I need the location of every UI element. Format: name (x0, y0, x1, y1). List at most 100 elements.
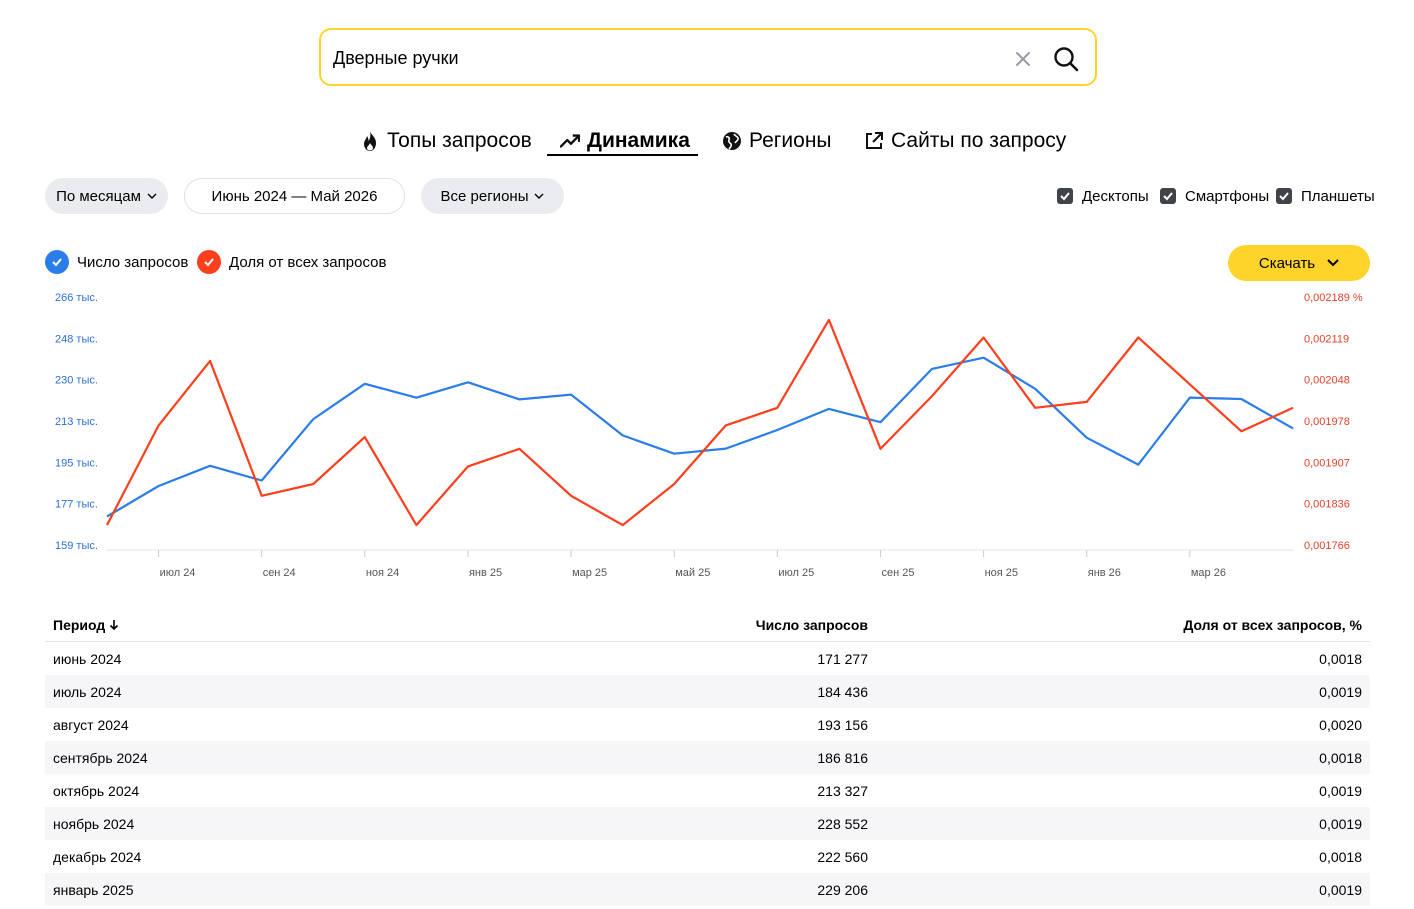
x-tick-label: сен 25 (881, 567, 914, 579)
legend-label: Доля от всех запросов (229, 253, 387, 271)
table-cell: 0,0019 (1319, 782, 1362, 799)
table-cell: 213 327 (817, 782, 868, 799)
column-header: Период (53, 617, 106, 633)
clear-button[interactable] (1009, 45, 1037, 73)
x-tick-label: май 25 (675, 567, 710, 579)
device-label: Смартфоны (1185, 187, 1270, 205)
checkbox-desktops[interactable]: Десктопы (1057, 186, 1149, 206)
search-icon (1054, 47, 1079, 72)
download-button[interactable]: Скачать (1228, 245, 1370, 281)
column-header[interactable]: Доля от всех запросов, % (868, 617, 1362, 633)
series-line-query-count (106, 356, 1294, 518)
arrow-down-icon (110, 620, 119, 631)
date-range-label: Июнь 2024 — Май 2026 (211, 187, 378, 205)
x-tick-label: ноя 24 (366, 567, 399, 579)
y-left-tick-label: 230 тыс. (55, 375, 98, 387)
regions-dropdown[interactable]: Все регионы (421, 178, 564, 214)
table-cell: сентябрь 2024 (53, 749, 148, 766)
check-circle-icon (197, 250, 221, 274)
y-right-tick-label: 0,001836 (1304, 499, 1350, 511)
tab-sites[interactable]: Сайты по запросу (864, 126, 1066, 156)
check-circle-icon (45, 250, 69, 274)
chevron-down-icon (1327, 259, 1339, 267)
y-left-tick-label: 213 тыс. (55, 416, 98, 428)
x-tick-label: мар 25 (572, 567, 607, 579)
y-right-tick-label: 0,002119 (1304, 333, 1349, 345)
y-left-tick-label: 159 тыс. (55, 540, 98, 552)
table-row: январь 2025 229 206 0,0019 (45, 873, 1370, 906)
checkbox-checked-icon (1057, 188, 1073, 204)
column-header[interactable]: Число запросов (595, 617, 868, 633)
tab-top-queries[interactable]: Топы запросов (360, 126, 532, 156)
search-box (319, 28, 1097, 86)
x-tick-label: сен 24 (263, 567, 296, 579)
y-right-tick-label: 0,001907 (1304, 457, 1350, 469)
table-body: июнь 2024 171 277 0,0018 июль 2024 184 436 0,… (45, 642, 1370, 906)
x-tick-label: янв 25 (469, 567, 502, 579)
table-cell: 0,0019 (1319, 881, 1362, 898)
chevron-down-icon (147, 193, 157, 199)
table-cell: 186 816 (817, 749, 868, 766)
globe-icon (722, 130, 742, 152)
device-label: Планшеты (1301, 187, 1375, 205)
table-row: август 2024 193 156 0,0020 (45, 708, 1370, 741)
table-cell: 228 552 (817, 815, 868, 832)
y-left-tick-label: 177 тыс. (55, 499, 98, 511)
tab-regions[interactable]: Регионы (722, 126, 832, 156)
external-link-icon (864, 130, 884, 152)
close-icon (1016, 52, 1030, 66)
x-tick-label: мар 26 (1191, 567, 1226, 579)
table-row: декабрь 2024 222 560 0,0018 (45, 840, 1370, 873)
tab-label: Сайты по запросу (891, 129, 1067, 152)
trend-icon (560, 130, 580, 152)
search-input[interactable] (333, 45, 993, 71)
y-left-tick-label: 195 тыс. (55, 457, 98, 469)
tab-label: Динамика (587, 129, 690, 152)
series-line-share (106, 318, 1294, 527)
table-cell: 229 206 (817, 881, 868, 898)
tabs-bar: Топы запросов Динамика Регионы Сайты по … (0, 126, 1414, 160)
table-row: октябрь 2024 213 327 0,0019 (45, 774, 1370, 807)
legend-query-count[interactable]: Число запросов (45, 250, 188, 274)
checkbox-smartphones[interactable]: Смартфоны (1160, 186, 1269, 206)
table-cell: 184 436 (817, 683, 868, 700)
table-row: июль 2024 184 436 0,0019 (45, 675, 1370, 708)
table-cell: 0,0019 (1319, 683, 1362, 700)
x-tick-label: янв 26 (1088, 567, 1121, 579)
checkbox-tablets[interactable]: Планшеты (1276, 186, 1375, 206)
table-cell: январь 2025 (53, 881, 134, 898)
table-cell: октябрь 2024 (53, 782, 140, 799)
table-row: сентябрь 2024 186 816 0,0018 (45, 741, 1370, 774)
group-by-dropdown[interactable]: По месяцам (45, 178, 168, 214)
group-by-label: По месяцам (56, 187, 141, 205)
table-cell: ноябрь 2024 (53, 815, 135, 832)
y-left-tick-label: 266 тыс. (55, 292, 98, 304)
date-range-picker[interactable]: Июнь 2024 — Май 2026 (184, 178, 405, 214)
table-cell: июнь 2024 (53, 650, 122, 667)
checkbox-checked-icon (1160, 188, 1176, 204)
y-left-tick-label: 248 тыс. (55, 333, 98, 345)
table-cell: 0,0018 (1319, 749, 1362, 766)
download-label: Скачать (1258, 254, 1316, 272)
dynamics-chart: 266 тыс. 248 тыс. 230 тыс. 213 тыс. 195 тыс.… (55, 292, 1363, 579)
x-tick-label: июл 25 (778, 567, 814, 579)
y-right-tick-label: 0,002189 % (1304, 292, 1363, 304)
checkbox-checked-icon (1276, 188, 1292, 204)
sort-period-button[interactable]: Период (53, 617, 119, 633)
data-table: Период Число запросов Доля от всех запро… (45, 609, 1370, 906)
tab-dynamics[interactable]: Динамика (560, 126, 690, 156)
chevron-down-icon (534, 193, 544, 199)
fire-icon (360, 130, 380, 152)
y-right-tick-label: 0,002048 (1304, 375, 1350, 387)
y-right-tick-label: 0,001766 (1304, 540, 1350, 552)
legend-share[interactable]: Доля от всех запросов (197, 250, 386, 274)
table-cell: август 2024 (53, 716, 129, 733)
table-row: июнь 2024 171 277 0,0018 (45, 642, 1370, 675)
search-button[interactable] (1049, 42, 1083, 76)
x-tick-label: ноя 25 (985, 567, 1018, 579)
table-header: Период Число запросов Доля от всех запро… (45, 609, 1370, 642)
active-tab-indicator (547, 154, 698, 156)
legend-label: Число запросов (77, 253, 189, 271)
table-cell: июль 2024 (53, 683, 122, 700)
table-cell: 0,0018 (1319, 650, 1362, 667)
